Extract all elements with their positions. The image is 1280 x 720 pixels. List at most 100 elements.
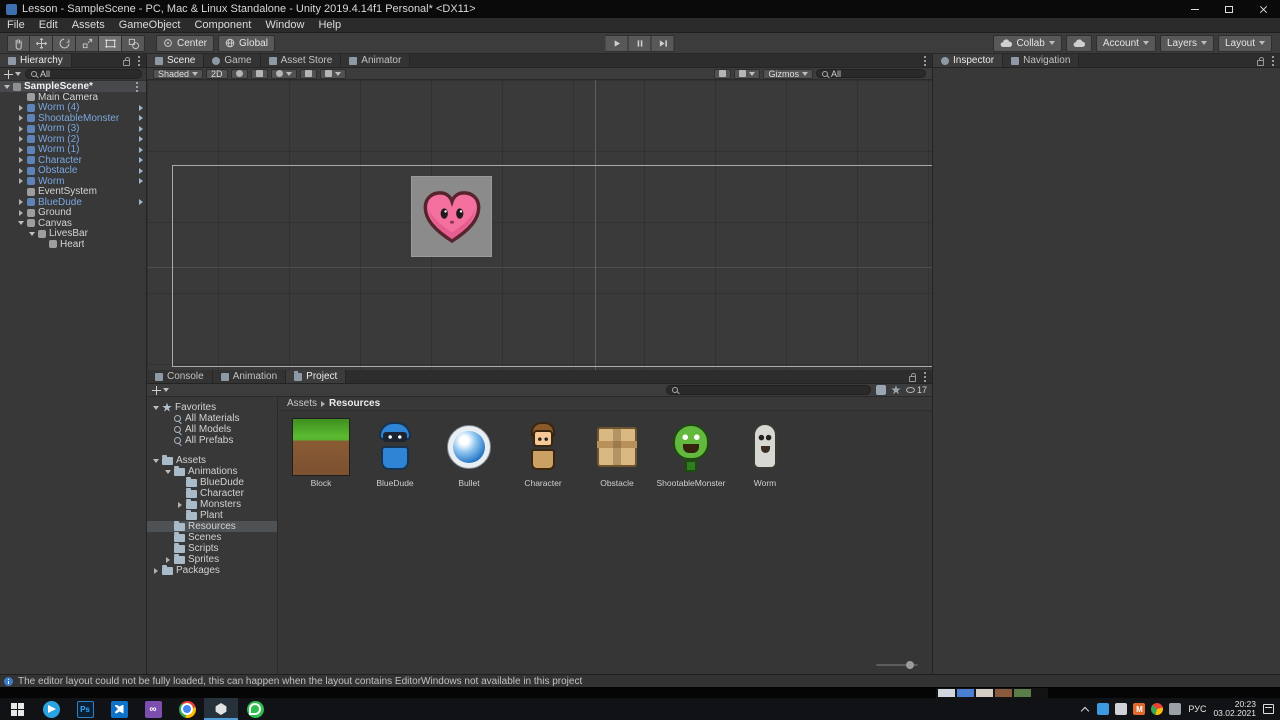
- breadcrumb-current[interactable]: Resources: [329, 398, 380, 409]
- pause-button[interactable]: [628, 34, 652, 52]
- hierarchy-item[interactable]: Worm (1): [0, 144, 146, 155]
- account-dropdown[interactable]: Account: [1095, 34, 1156, 52]
- taskbar-app-icon[interactable]: [204, 698, 238, 720]
- foldout-closed-icon[interactable]: [17, 209, 24, 216]
- project-tree-item[interactable]: Plant: [147, 509, 277, 521]
- cloud-button[interactable]: [1065, 34, 1092, 52]
- project-tree-item[interactable]: Resources: [147, 520, 277, 532]
- taskbar-app-icon[interactable]: [34, 698, 68, 720]
- project-tree-item[interactable]: All Models: [147, 424, 277, 435]
- hierarchy-item[interactable]: BlueDude: [0, 197, 146, 208]
- prefab-open-arrow-icon[interactable]: [139, 136, 143, 143]
- taskbar-app-icon[interactable]: [170, 698, 204, 720]
- menu-item[interactable]: GameObject: [112, 19, 188, 31]
- transform-tool-button[interactable]: [122, 34, 145, 52]
- view-tab[interactable]: Scene: [147, 54, 205, 67]
- scene-viewport[interactable]: [147, 80, 932, 370]
- pivot-toggle-button[interactable]: Center: [156, 34, 215, 52]
- start-button[interactable]: [0, 698, 34, 720]
- project-tree-item[interactable]: Monsters: [147, 498, 277, 510]
- search-by-type-icon[interactable]: [875, 385, 886, 395]
- asset-item[interactable]: BlueDude: [361, 418, 429, 488]
- gizmos-dropdown[interactable]: Gizmos: [763, 68, 813, 79]
- prefab-open-arrow-icon[interactable]: [139, 167, 143, 174]
- prefab-open-arrow-icon[interactable]: [139, 178, 143, 185]
- play-button[interactable]: [605, 34, 629, 52]
- foldout-open-icon[interactable]: [28, 231, 35, 236]
- menu-item[interactable]: Assets: [65, 19, 112, 31]
- foldout-closed-icon[interactable]: [17, 125, 24, 132]
- project-tree-item[interactable]: Packages: [147, 564, 277, 576]
- bottom-tab[interactable]: Console: [147, 370, 213, 383]
- view-tab[interactable]: Game: [204, 54, 261, 67]
- create-object-button[interactable]: [4, 69, 21, 79]
- taskbar-app-icon[interactable]: [102, 698, 136, 720]
- taskbar-app-icon[interactable]: [238, 698, 272, 720]
- foldout-open-icon[interactable]: [17, 221, 24, 226]
- asset-item[interactable]: Block: [287, 418, 355, 488]
- menu-item[interactable]: Help: [311, 19, 348, 31]
- maximize-button[interactable]: [1212, 0, 1246, 18]
- foldout-closed-icon[interactable]: [17, 157, 24, 164]
- audio-toggle-button[interactable]: [250, 68, 268, 79]
- hierarchy-item[interactable]: Ground: [0, 207, 146, 218]
- hierarchy-item[interactable]: Worm: [0, 176, 146, 187]
- view-tab[interactable]: Animator: [341, 54, 411, 67]
- foldout-open-icon[interactable]: [152, 458, 159, 463]
- prefab-open-arrow-icon[interactable]: [139, 199, 143, 206]
- hierarchy-item[interactable]: Worm (4): [0, 102, 146, 113]
- foldout-closed-icon[interactable]: [17, 136, 24, 143]
- hierarchy-item[interactable]: Worm (2): [0, 134, 146, 145]
- tray-icon[interactable]: [1151, 703, 1164, 715]
- status-bar[interactable]: The editor layout could not be fully loa…: [0, 674, 1280, 687]
- panel-menu-icon[interactable]: [138, 60, 140, 62]
- favorites-filter-icon[interactable]: [891, 385, 901, 395]
- scale-tool-button[interactable]: [76, 34, 99, 52]
- menu-item[interactable]: Component: [187, 19, 258, 31]
- foldout-closed-icon[interactable]: [17, 199, 24, 206]
- bottom-tab[interactable]: Animation: [212, 370, 287, 383]
- project-tree-item[interactable]: Character: [147, 487, 277, 499]
- tray-icon[interactable]: [1097, 703, 1110, 715]
- project-tree-item[interactable]: All Materials: [147, 413, 277, 424]
- hierarchy-item[interactable]: ShootableMonster: [0, 113, 146, 124]
- project-tree-item[interactable]: Sprites: [147, 553, 277, 565]
- tray-icon[interactable]: M: [1133, 703, 1146, 715]
- tray-icon[interactable]: [1169, 703, 1182, 715]
- taskbar-app-icon[interactable]: ∞: [136, 698, 170, 720]
- project-tree-item[interactable]: Assets: [147, 454, 277, 466]
- layers-dropdown[interactable]: Layers: [1159, 34, 1214, 52]
- grid-dropdown[interactable]: [319, 68, 346, 79]
- hierarchy-item[interactable]: Main Camera: [0, 92, 146, 103]
- step-button[interactable]: [651, 34, 675, 52]
- effects-dropdown[interactable]: [270, 68, 297, 79]
- create-asset-button[interactable]: [152, 385, 169, 395]
- lighting-toggle-button[interactable]: [230, 68, 248, 79]
- breadcrumb-root[interactable]: Assets: [287, 398, 317, 409]
- hierarchy-item[interactable]: Obstacle: [0, 165, 146, 176]
- prefab-open-arrow-icon[interactable]: [139, 125, 143, 132]
- prefab-open-arrow-icon[interactable]: [139, 115, 143, 122]
- hierarchy-item[interactable]: LivesBar: [0, 228, 146, 239]
- project-tree-item[interactable]: Animations: [147, 465, 277, 477]
- collab-button[interactable]: Collab: [993, 34, 1062, 52]
- foldout-open-icon[interactable]: [164, 469, 171, 474]
- bottom-tab[interactable]: Project: [286, 370, 347, 383]
- inspector-tab[interactable]: Inspector: [933, 54, 1004, 67]
- foldout-closed-icon[interactable]: [164, 556, 171, 563]
- lock-icon[interactable]: [909, 372, 916, 382]
- asset-item[interactable]: ShootableMonster: [657, 418, 726, 488]
- isolation-button[interactable]: [714, 68, 732, 79]
- asset-item[interactable]: Worm: [731, 418, 799, 488]
- hierarchy-item[interactable]: Character: [0, 155, 146, 166]
- hierarchy-item[interactable]: Canvas: [0, 218, 146, 229]
- hierarchy-item[interactable]: Heart: [0, 239, 146, 250]
- tray-icon[interactable]: [1079, 703, 1091, 715]
- layout-dropdown[interactable]: Layout: [1217, 34, 1272, 52]
- lock-icon[interactable]: [1257, 56, 1264, 66]
- asset-item[interactable]: Character: [509, 418, 577, 488]
- asset-item[interactable]: Obstacle: [583, 418, 651, 488]
- rect-tool-button[interactable]: [99, 34, 122, 52]
- menu-item[interactable]: Window: [258, 19, 311, 31]
- scene-header-row[interactable]: SampleScene*: [0, 81, 146, 92]
